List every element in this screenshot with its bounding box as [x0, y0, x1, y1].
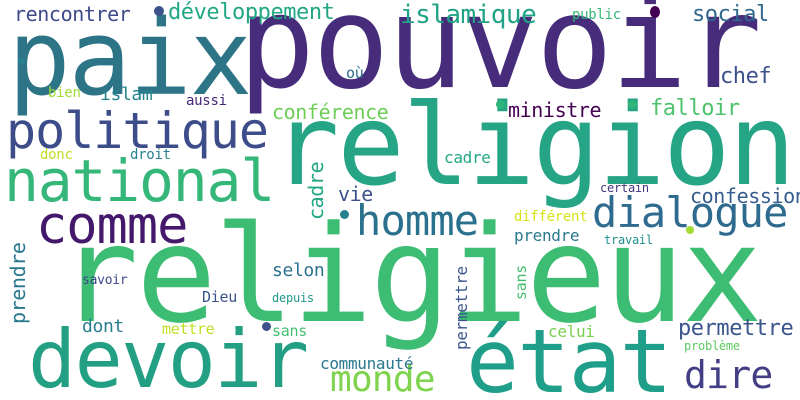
word-ou: où [346, 64, 364, 82]
word-social: social [692, 2, 769, 27]
word-rencontrer: rencontrer [14, 2, 131, 26]
dot [340, 210, 349, 219]
dot [650, 6, 660, 18]
dot [154, 6, 164, 16]
word-developpement: développement [168, 0, 335, 25]
dot [686, 226, 694, 234]
word-vie: cadre [444, 148, 491, 167]
dot [496, 100, 505, 109]
word-ministre: ministre [508, 98, 602, 122]
word-gouvernement: problème [684, 339, 740, 353]
word-chef: chef [720, 64, 772, 89]
word-dieu: selon [272, 260, 325, 281]
dot [628, 100, 637, 109]
word-homme: homme [356, 196, 479, 245]
dot [18, 58, 25, 65]
word-permettre-v: permettre [452, 266, 471, 350]
word-selon: prendre [514, 226, 580, 245]
word-aussi: aussi [186, 93, 227, 109]
word-question: celui [548, 322, 595, 341]
word-bien: bien [48, 85, 81, 101]
word-communaute: sans [272, 322, 307, 340]
word-celui: dont [82, 316, 124, 337]
word-tenir: communauté [320, 354, 414, 373]
word-sans-v: sans [512, 265, 530, 300]
word-droit: droit [130, 147, 171, 163]
word-dont: Dieu [202, 288, 237, 306]
word-donc: donc [40, 147, 73, 163]
word-dire: dire [684, 353, 773, 397]
word-islamique: islamique [400, 0, 537, 30]
word-probleme: mettre [162, 320, 215, 338]
word-confession: vie [338, 182, 373, 206]
word-cloud: religieux pouvoir religion paix état dev… [0, 0, 800, 400]
word-depuis: savoir [82, 273, 128, 288]
word-public: public [572, 7, 621, 23]
word-conference: conférence [272, 100, 389, 124]
word-islam: islam [100, 84, 153, 105]
word-societe: permettre [678, 316, 794, 341]
dot [262, 322, 271, 331]
word-different: certain [600, 181, 649, 195]
word-savoir: travail [604, 233, 653, 247]
word-travail: différent [514, 209, 588, 225]
word-prendre-v: prendre [6, 242, 30, 325]
word-falloir: falloir [650, 96, 740, 121]
word-mettre: depuis [272, 291, 314, 305]
word-cadre-v: cadre [304, 161, 328, 220]
word-certain: confession [690, 184, 800, 208]
word-comme: comme [36, 196, 188, 256]
